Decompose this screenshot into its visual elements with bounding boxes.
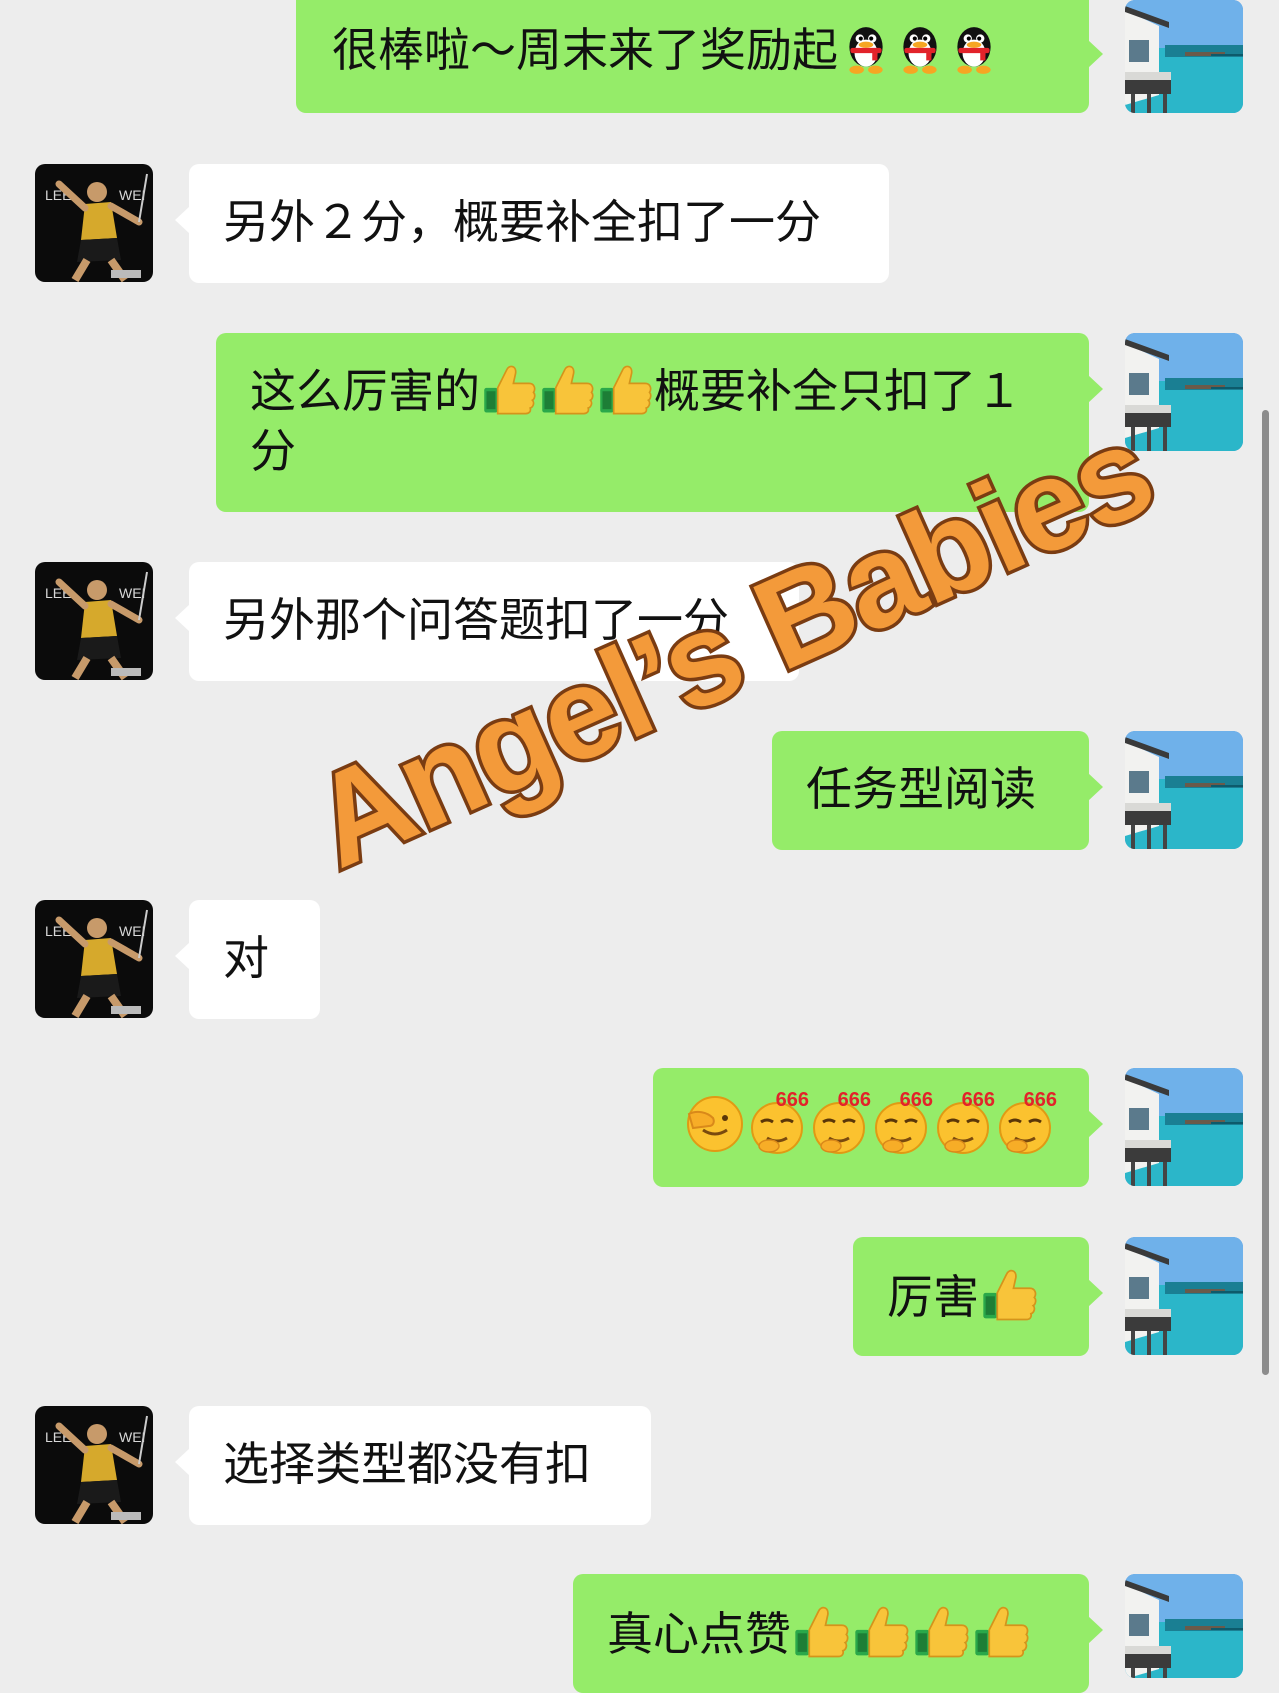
thumbs-up-icon: [598, 361, 654, 417]
bubble-tail: [1088, 1616, 1103, 1644]
message-bubble-outgoing[interactable]: 任务型阅读: [772, 731, 1089, 850]
badminton-player-avatar-image: [35, 1406, 153, 1524]
message-bubble-outgoing[interactable]: 666 666 666 666 666: [653, 1068, 1089, 1187]
avatar-contact[interactable]: [35, 164, 153, 282]
avatar-self[interactable]: [1125, 1574, 1243, 1678]
bubble-tail: [1088, 773, 1103, 801]
avatar-contact[interactable]: [35, 1406, 153, 1524]
666-icon: 666: [807, 1090, 871, 1158]
message-text: 很棒啦～周末来了奖励起: [332, 23, 838, 77]
avatar-self[interactable]: [1125, 1068, 1243, 1186]
bubble-tail: [1088, 375, 1103, 403]
message-bubble-incoming[interactable]: 对: [189, 900, 320, 1019]
thumbs-up-icon: [981, 1265, 1039, 1323]
message-text: 对: [223, 931, 269, 985]
bubble-tail: [175, 1448, 190, 1476]
message-text: 选择类型都没有扣: [223, 1437, 591, 1491]
avatar-self[interactable]: [1125, 333, 1243, 451]
bubble-tail: [175, 604, 190, 632]
thumbs-up-icon: [853, 1602, 911, 1660]
penguin-icon: [840, 24, 892, 76]
avatar-self[interactable]: [1125, 731, 1243, 849]
scrollbar[interactable]: [1262, 410, 1269, 1375]
666-label: 666: [837, 1089, 871, 1111]
message-bubble-outgoing[interactable]: 很棒啦～周末来了奖励起: [296, 0, 1089, 113]
resort-avatar-image: [1125, 1068, 1243, 1186]
message-text: 厉害: [887, 1270, 979, 1324]
facepalm-icon: [685, 1094, 745, 1154]
bubble-tail: [175, 942, 190, 970]
message-bubble-incoming[interactable]: 选择类型都没有扣: [189, 1406, 651, 1525]
avatar-contact[interactable]: [35, 900, 153, 1018]
message-text: 任务型阅读: [806, 762, 1036, 816]
666-icon: 666: [869, 1090, 933, 1158]
message-text-part: 这么厉害的: [250, 364, 480, 418]
thumbs-up-icon: [482, 361, 538, 417]
bubble-tail: [1088, 40, 1103, 68]
avatar-self[interactable]: [1125, 1237, 1243, 1355]
666-label: 666: [961, 1089, 995, 1111]
resort-avatar-image: [1125, 0, 1243, 113]
chat-history[interactable]: 很棒啦～周末来了奖励起 另外２分，概要补全扣了一分 这么厉害的 概要补全只扣了１分: [0, 0, 1279, 1693]
resort-avatar-image: [1125, 731, 1243, 849]
bubble-tail: [1088, 1279, 1103, 1307]
message-bubble-incoming[interactable]: 另外那个问答题扣了一分: [189, 562, 799, 681]
penguin-icon: [948, 24, 1000, 76]
badminton-player-avatar-image: [35, 164, 153, 282]
resort-avatar-image: [1125, 1574, 1243, 1678]
thumbs-up-icon: [793, 1602, 851, 1660]
message-bubble-incoming[interactable]: 另外２分，概要补全扣了一分: [189, 164, 889, 283]
666-icon: 666: [993, 1090, 1057, 1158]
message-bubble-outgoing[interactable]: 这么厉害的 概要补全只扣了１分: [216, 333, 1089, 512]
message-bubble-outgoing[interactable]: 真心点赞: [573, 1574, 1089, 1693]
message-text: 另外那个问答题扣了一分: [223, 593, 729, 647]
resort-avatar-image: [1125, 333, 1243, 451]
message-text: 另外２分，概要补全扣了一分: [223, 195, 821, 249]
666-icon: 666: [931, 1090, 995, 1158]
badminton-player-avatar-image: [35, 900, 153, 1018]
bubble-tail: [175, 206, 190, 234]
thumbs-up-icon: [913, 1602, 971, 1660]
penguin-icon: [894, 24, 946, 76]
message-bubble-outgoing[interactable]: 厉害: [853, 1237, 1089, 1356]
bubble-tail: [1088, 1110, 1103, 1138]
666-icon: 666: [745, 1090, 809, 1158]
resort-avatar-image: [1125, 1237, 1243, 1355]
message-text: 真心点赞: [607, 1607, 791, 1661]
thumbs-up-icon: [540, 361, 596, 417]
avatar-contact[interactable]: [35, 562, 153, 680]
666-label: 666: [775, 1089, 809, 1111]
badminton-player-avatar-image: [35, 562, 153, 680]
666-label: 666: [899, 1089, 933, 1111]
avatar-self[interactable]: [1125, 0, 1243, 113]
666-label: 666: [1023, 1089, 1057, 1111]
thumbs-up-icon: [973, 1602, 1031, 1660]
